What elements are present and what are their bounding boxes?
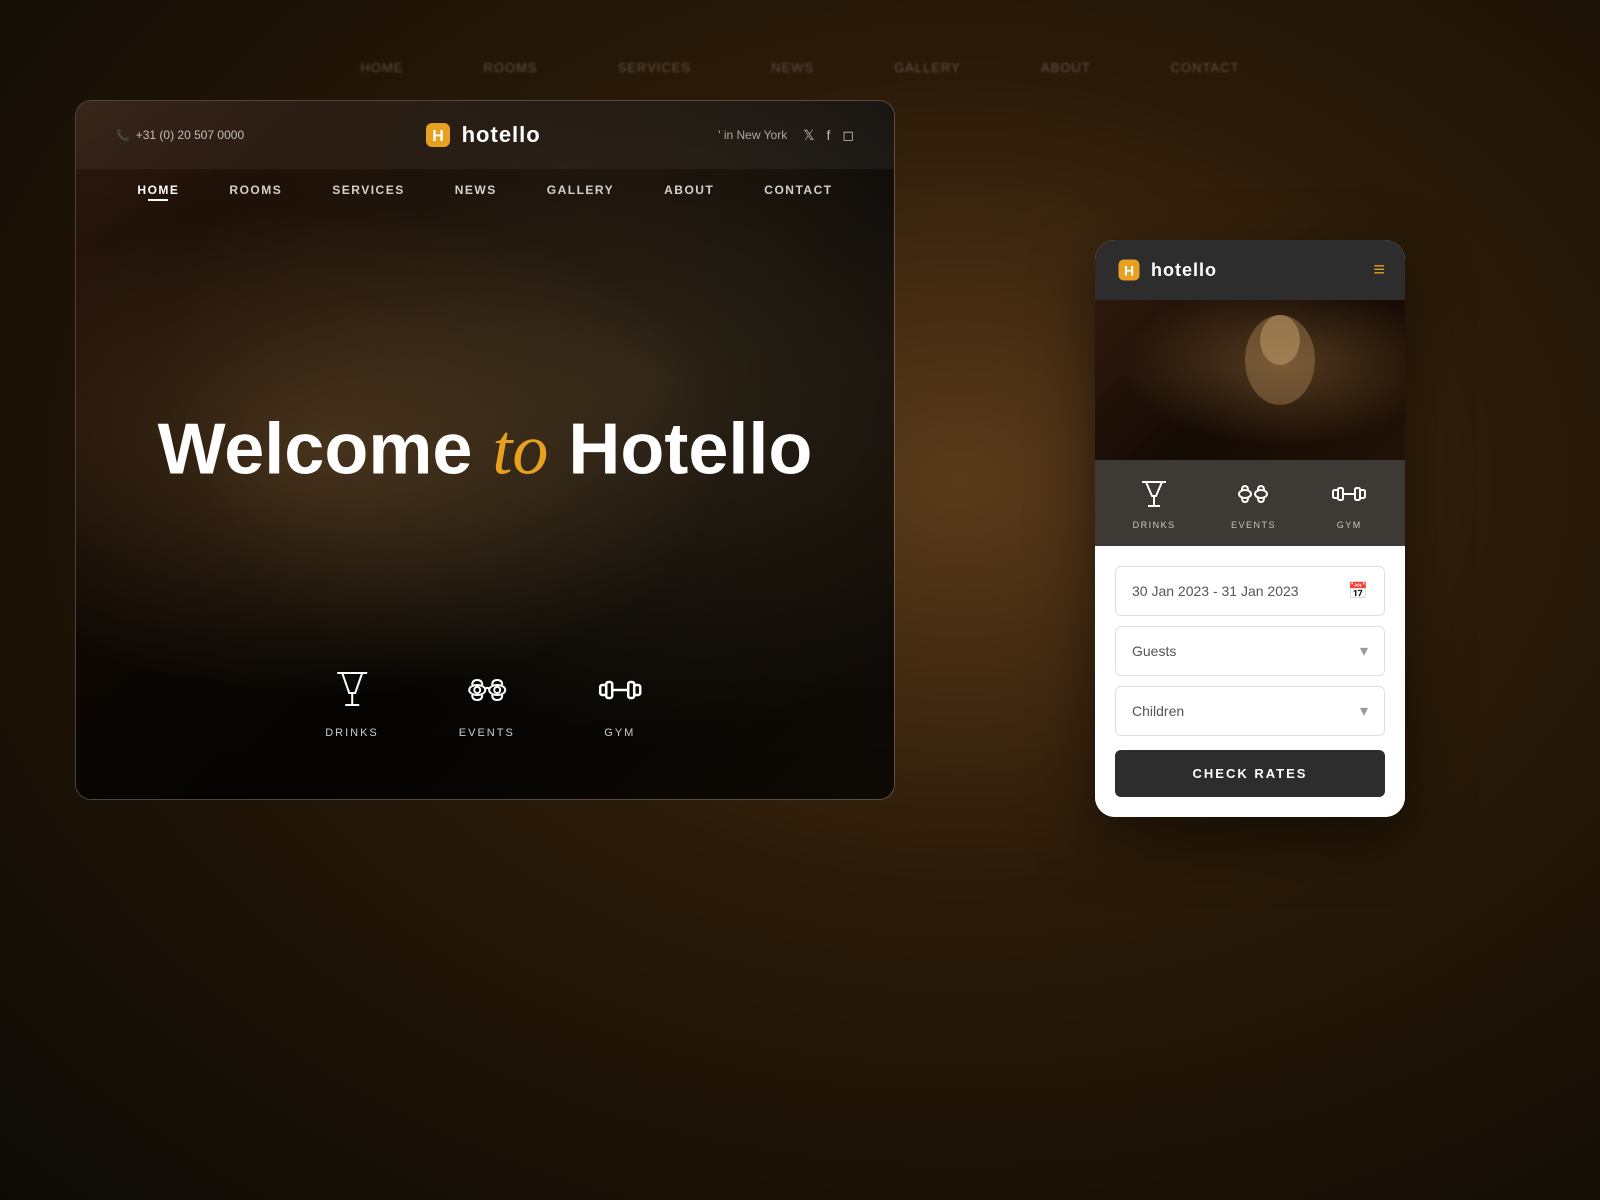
mobile-events-icon (1235, 476, 1271, 512)
mobile-gym-label: GYM (1337, 520, 1362, 530)
mobile-drinks-label: DRINKS (1133, 520, 1176, 530)
instagram-icon[interactable]: ◻ (842, 127, 854, 144)
mobile-service-gym[interactable]: GYM (1331, 476, 1367, 530)
mobile-service-events[interactable]: EVENTS (1231, 476, 1276, 530)
desktop-logo[interactable]: H hotello (422, 119, 541, 151)
mobile-logo-text: hotello (1151, 260, 1217, 281)
hero-suffix: Hotello (548, 409, 812, 489)
mobile-gym-icon (1331, 476, 1367, 512)
twitter-icon[interactable]: 𝕏 (803, 127, 814, 144)
calendar-icon: 📅 (1348, 581, 1368, 601)
date-range-text: 30 Jan 2023 - 31 Jan 2023 (1132, 583, 1299, 599)
desktop-logo-text: hotello (462, 122, 541, 148)
service-gym[interactable]: GYM (595, 665, 645, 739)
desktop-services: DRINKS EVENTS (325, 665, 645, 739)
nav-home[interactable]: HOME (137, 183, 179, 197)
mobile-service-drinks[interactable]: DRINKS (1133, 476, 1176, 530)
guests-text: Guests (1132, 643, 1176, 659)
hero-italic: to (492, 409, 548, 489)
nav-news[interactable]: NEWS (455, 183, 497, 197)
service-drinks[interactable]: DRINKS (325, 665, 379, 739)
phone-icon (116, 128, 130, 142)
gym-label: GYM (604, 727, 635, 739)
desktop-inner: +31 (0) 20 507 0000 H hotello ' in New Y… (76, 101, 894, 799)
drinks-icon (327, 665, 377, 715)
nav-gallery[interactable]: GALLERY (547, 183, 614, 197)
mobile-logo[interactable]: H hotello (1115, 256, 1217, 284)
gym-icon (595, 665, 645, 715)
hero-prefix: Welcome (158, 409, 493, 489)
mobile-drinks-icon (1136, 476, 1172, 512)
nav-contact[interactable]: CONTACT (764, 183, 832, 197)
svg-text:H: H (1124, 262, 1134, 278)
background-nav: HOME ROOMS SERVICES NEWS GALLERY ABOUT C… (0, 60, 1600, 75)
mobile-mockup: H hotello ≡ DRINKS (1095, 240, 1405, 817)
phone-number: +31 (0) 20 507 0000 (116, 128, 244, 142)
hero-image-svg (1150, 310, 1350, 450)
desktop-header: +31 (0) 20 507 0000 H hotello ' in New Y… (76, 101, 894, 169)
mobile-header: H hotello ≡ (1095, 240, 1405, 300)
desktop-nav: HOME ROOMS SERVICES NEWS GALLERY ABOUT C… (76, 169, 894, 211)
nav-services[interactable]: SERVICES (332, 183, 404, 197)
events-label: EVENTS (459, 727, 515, 739)
desktop-right: ' in New York 𝕏 f ◻ (718, 127, 854, 144)
logo-icon: H (422, 119, 454, 151)
hero-title: Welcome to Hotello (158, 410, 813, 489)
social-icons: 𝕏 f ◻ (803, 127, 854, 144)
nav-rooms[interactable]: ROOMS (229, 183, 282, 197)
mobile-hero-image (1095, 300, 1405, 460)
facebook-icon[interactable]: f (826, 127, 830, 144)
mobile-events-label: EVENTS (1231, 520, 1276, 530)
svg-text:H: H (432, 128, 444, 145)
service-events[interactable]: EVENTS (459, 665, 515, 739)
location-text: ' in New York (718, 128, 787, 142)
date-range-field[interactable]: 30 Jan 2023 - 31 Jan 2023 📅 (1115, 566, 1385, 616)
mobile-logo-icon: H (1115, 256, 1143, 284)
nav-about[interactable]: ABOUT (664, 183, 714, 197)
mobile-booking-form: 30 Jan 2023 - 31 Jan 2023 📅 Guests ▾ Chi… (1095, 546, 1405, 817)
children-field[interactable]: Children ▾ (1115, 686, 1385, 736)
guests-chevron-icon: ▾ (1360, 641, 1368, 661)
hamburger-icon[interactable]: ≡ (1373, 259, 1385, 282)
drinks-label: DRINKS (325, 727, 379, 739)
hero-text: Welcome to Hotello (158, 410, 813, 489)
check-rates-button[interactable]: CHECK RATES (1115, 750, 1385, 797)
events-icon (462, 665, 512, 715)
children-text: Children (1132, 703, 1184, 719)
children-chevron-icon: ▾ (1360, 701, 1368, 721)
mobile-services-bar: DRINKS EVENTS GYM (1095, 460, 1405, 546)
desktop-mockup: +31 (0) 20 507 0000 H hotello ' in New Y… (75, 100, 895, 800)
guests-field[interactable]: Guests ▾ (1115, 626, 1385, 676)
